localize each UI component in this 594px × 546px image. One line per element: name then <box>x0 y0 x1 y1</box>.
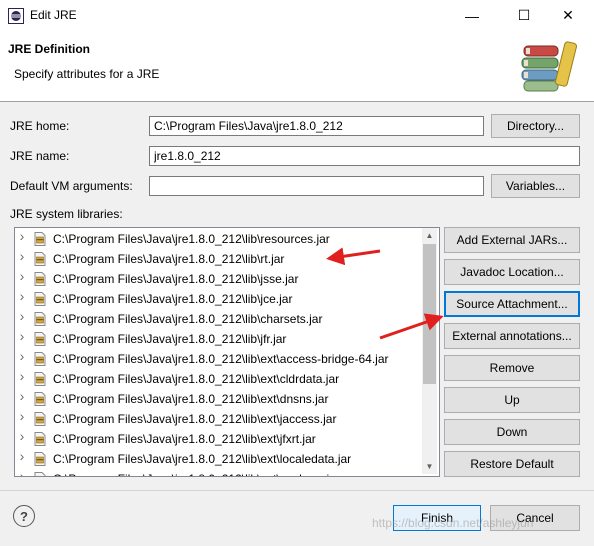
jar-file-icon <box>34 412 46 426</box>
scroll-down-icon[interactable]: ▼ <box>422 459 437 474</box>
chevron-right-icon[interactable]: › <box>17 329 27 343</box>
chevron-right-icon[interactable]: › <box>17 349 27 363</box>
jar-file-icon <box>34 432 46 446</box>
library-path: C:\Program Files\Java\jre1.8.0_212\lib\r… <box>53 232 330 246</box>
library-row[interactable]: › C:\Program Files\Java\jre1.8.0_212\lib\… <box>15 409 425 429</box>
chevron-right-icon[interactable]: › <box>17 249 27 263</box>
library-row[interactable]: › C:\Program Files\Java\jre1.8.0_212\lib\… <box>15 349 425 369</box>
maximize-icon: ☐ <box>517 7 531 23</box>
jar-file-icon <box>34 472 46 476</box>
minimize-button[interactable]: — <box>450 0 494 31</box>
watermark: https://blog.csdn.net/ashleyjun <box>372 516 534 530</box>
library-path: C:\Program Files\Java\jre1.8.0_212\lib\e… <box>53 472 340 476</box>
close-button[interactable]: ✕ <box>546 0 590 31</box>
remove-button[interactable]: Remove <box>444 355 580 381</box>
vm-args-label: Default VM arguments: <box>10 179 133 193</box>
jar-file-icon <box>34 372 46 386</box>
library-path: C:\Program Files\Java\jre1.8.0_212\lib\e… <box>53 432 316 446</box>
annotation-arrow-source <box>379 313 444 340</box>
maximize-button[interactable]: ☐ <box>502 0 546 31</box>
down-label: Down <box>496 425 528 439</box>
variables-button[interactable]: Variables... <box>491 174 580 198</box>
javadoc-location-label: Javadoc Location... <box>460 265 564 279</box>
external-annotations-button[interactable]: External annotations... <box>444 323 580 349</box>
jar-file-icon <box>34 312 46 326</box>
footer-separator <box>0 490 594 491</box>
jar-file-icon <box>34 272 46 286</box>
dialog-header: JRE Definition Specify attributes for a … <box>0 31 594 102</box>
chevron-right-icon[interactable]: › <box>17 449 27 463</box>
restore-default-button[interactable]: Restore Default <box>444 451 580 477</box>
chevron-right-icon[interactable]: › <box>17 469 27 476</box>
directory-button[interactable]: Directory... <box>491 114 580 138</box>
jar-file-icon <box>34 392 46 406</box>
variables-button-label: Variables... <box>505 179 566 193</box>
up-button[interactable]: Up <box>444 387 580 413</box>
library-path: C:\Program Files\Java\jre1.8.0_212\lib\e… <box>53 372 340 386</box>
javadoc-location-button[interactable]: Javadoc Location... <box>444 259 580 285</box>
library-path: C:\Program Files\Java\jre1.8.0_212\lib\j… <box>53 292 293 306</box>
eclipse-icon <box>8 8 24 24</box>
library-row[interactable]: › C:\Program Files\Java\jre1.8.0_212\lib\… <box>15 429 425 449</box>
jar-file-icon <box>34 352 46 366</box>
help-icon[interactable]: ? <box>13 505 35 527</box>
library-row[interactable]: › C:\Program Files\Java\jre1.8.0_212\lib\… <box>15 469 425 476</box>
title-bar: Edit JRE — ☐ ✕ <box>0 0 594 32</box>
chevron-right-icon[interactable]: › <box>17 389 27 403</box>
chevron-right-icon[interactable]: › <box>17 269 27 283</box>
library-path: C:\Program Files\Java\jre1.8.0_212\lib\j… <box>53 332 287 346</box>
books-library-icon <box>521 41 578 92</box>
remove-label: Remove <box>489 361 535 375</box>
vm-args-input[interactable] <box>149 176 484 196</box>
jre-home-label: JRE home: <box>10 119 70 133</box>
chevron-right-icon[interactable]: › <box>17 409 27 423</box>
library-row[interactable]: › C:\Program Files\Java\jre1.8.0_212\lib\… <box>15 449 425 469</box>
library-path: C:\Program Files\Java\jre1.8.0_212\lib\e… <box>53 352 389 366</box>
jre-name-input[interactable] <box>149 146 580 166</box>
chevron-right-icon[interactable]: › <box>17 429 27 443</box>
jar-file-icon <box>34 292 46 306</box>
library-path: C:\Program Files\Java\jre1.8.0_212\lib\c… <box>53 312 323 326</box>
library-path: C:\Program Files\Java\jre1.8.0_212\lib\e… <box>53 392 329 406</box>
external-annotations-label: External annotations... <box>452 329 572 343</box>
library-row[interactable]: › C:\Program Files\Java\jre1.8.0_212\lib\… <box>15 389 425 409</box>
library-path: C:\Program Files\Java\jre1.8.0_212\lib\e… <box>53 412 337 426</box>
library-path: C:\Program Files\Java\jre1.8.0_212\lib\r… <box>53 252 285 266</box>
library-path: C:\Program Files\Java\jre1.8.0_212\lib\e… <box>53 452 352 466</box>
up-label: Up <box>504 393 520 407</box>
down-button[interactable]: Down <box>444 419 580 445</box>
annotation-arrows <box>326 247 444 340</box>
directory-button-label: Directory... <box>506 119 565 133</box>
header-title: JRE Definition <box>8 42 91 56</box>
close-icon: ✕ <box>562 7 574 23</box>
libraries-label: JRE system libraries: <box>10 207 123 221</box>
minimize-icon: — <box>465 7 479 24</box>
add-external-jars-button[interactable]: Add External JARs... <box>444 227 580 253</box>
source-attachment-label: Source Attachment... <box>456 297 568 311</box>
jar-file-icon <box>34 452 46 466</box>
jar-file-icon <box>34 332 46 346</box>
jre-name-label: JRE name: <box>10 149 70 163</box>
chevron-right-icon[interactable]: › <box>17 229 27 243</box>
annotation-arrow-rt <box>326 247 381 266</box>
chevron-right-icon[interactable]: › <box>17 289 27 303</box>
jar-file-icon <box>34 252 46 266</box>
jre-home-input[interactable] <box>149 116 484 136</box>
chevron-right-icon[interactable]: › <box>17 369 27 383</box>
window-title: Edit JRE <box>30 8 77 22</box>
help-glyph: ? <box>20 508 28 524</box>
chevron-right-icon[interactable]: › <box>17 309 27 323</box>
source-attachment-button[interactable]: Source Attachment... <box>444 291 580 317</box>
header-description: Specify attributes for a JRE <box>14 67 160 81</box>
restore-default-label: Restore Default <box>470 457 554 471</box>
library-path: C:\Program Files\Java\jre1.8.0_212\lib\j… <box>53 272 299 286</box>
jar-file-icon <box>34 232 46 246</box>
library-row[interactable]: › C:\Program Files\Java\jre1.8.0_212\lib\… <box>15 369 425 389</box>
add-external-jars-label: Add External JARs... <box>456 233 568 247</box>
